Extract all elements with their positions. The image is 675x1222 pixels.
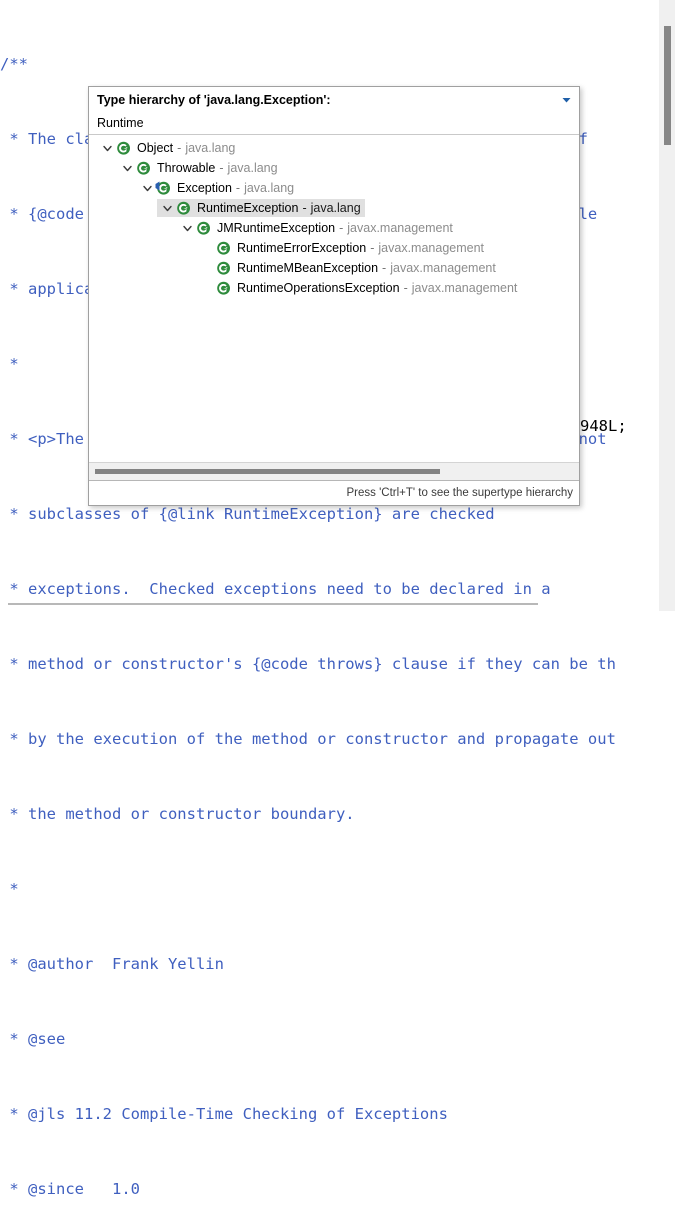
code-line: * by the execution of the method or cons… bbox=[0, 730, 616, 748]
tree-node-name: Exception bbox=[177, 181, 232, 195]
tree-row[interactable]: Exception - java.lang bbox=[89, 178, 298, 198]
tree-row-content[interactable]: RuntimeMBeanException - javax.management bbox=[197, 259, 500, 277]
tree-node-separator: - bbox=[382, 261, 387, 275]
tree-node-package: javax.management bbox=[347, 221, 453, 235]
popup-filter-field[interactable]: Runtime bbox=[89, 112, 579, 135]
code-line: * bbox=[0, 880, 19, 898]
tree-row[interactable]: RuntimeMBeanException - javax.management bbox=[89, 258, 500, 278]
chevron-down-icon[interactable] bbox=[99, 140, 115, 156]
tree-node-name: RuntimeException bbox=[197, 201, 299, 215]
tree-node-separator: - bbox=[302, 201, 307, 215]
tree-row[interactable]: JMRuntimeException - javax.management bbox=[89, 218, 457, 238]
class-icon bbox=[135, 160, 151, 176]
code-line: * @since 1.0 bbox=[0, 1180, 140, 1198]
class-icon bbox=[155, 180, 171, 196]
tree-node-name: Object bbox=[137, 141, 174, 155]
tree-node-package: javax.management bbox=[378, 241, 485, 255]
tree-node-name: JMRuntimeException bbox=[217, 221, 336, 235]
tree-row[interactable]: RuntimeOperationsException - javax.managem… bbox=[89, 278, 521, 298]
editor-scrollbar-thumb[interactable] bbox=[664, 26, 671, 145]
tree-node-package: javax.management bbox=[411, 281, 518, 295]
tree-node-separator: - bbox=[177, 141, 182, 155]
tree-leaf-spacer bbox=[199, 260, 215, 276]
tree-row-content[interactable]: Exception - java.lang bbox=[137, 179, 298, 197]
tree-node-separator: - bbox=[370, 241, 375, 255]
tree-node-package: java.lang bbox=[185, 141, 236, 155]
type-hierarchy-popup[interactable]: Type hierarchy of 'java.lang.Exception':… bbox=[88, 86, 580, 506]
code-line: * method or constructor's {@code throws}… bbox=[0, 655, 616, 673]
class-icon bbox=[215, 280, 231, 296]
tree-node-package: java.lang bbox=[310, 201, 361, 215]
tree-row-content[interactable]: RuntimeOperationsException - javax.managem… bbox=[197, 279, 521, 297]
tree-leaf-spacer bbox=[199, 280, 215, 296]
class-icon bbox=[115, 140, 131, 156]
tree-node-separator: - bbox=[403, 281, 408, 295]
tree-node-name: Throwable bbox=[157, 161, 216, 175]
tree-row-content[interactable]: RuntimeErrorException - javax.management bbox=[197, 239, 488, 257]
tree-row-content[interactable]: Throwable - java.lang bbox=[117, 159, 282, 177]
type-hierarchy-tree[interactable]: Object - java.lang Throwable - java.lang Excep… bbox=[89, 135, 579, 462]
popup-title-bar: Type hierarchy of 'java.lang.Exception': bbox=[89, 87, 579, 112]
tree-row[interactable]: RuntimeException - java.lang bbox=[89, 198, 365, 218]
tree-node-name: RuntimeOperationsException bbox=[237, 281, 400, 295]
tree-node-package: java.lang bbox=[227, 161, 278, 175]
tree-row-content[interactable]: Object - java.lang bbox=[97, 139, 239, 157]
code-fragment-static-value: 948L; bbox=[580, 417, 627, 435]
tree-row-content[interactable]: RuntimeException - java.lang bbox=[157, 199, 365, 217]
tree-node-package: java.lang bbox=[244, 181, 295, 195]
code-line: /** bbox=[0, 55, 28, 73]
tree-row[interactable]: RuntimeErrorException - javax.management bbox=[89, 238, 488, 258]
tree-node-name: RuntimeMBeanException bbox=[237, 261, 379, 275]
class-icon bbox=[215, 260, 231, 276]
chevron-down-icon[interactable] bbox=[139, 180, 155, 196]
tree-node-separator: - bbox=[339, 221, 344, 235]
tree-node-separator: - bbox=[219, 161, 224, 175]
popup-horizontal-scrollbar[interactable] bbox=[89, 462, 579, 480]
tree-row-content[interactable]: JMRuntimeException - javax.management bbox=[177, 219, 457, 237]
popup-filter-value: Runtime bbox=[97, 116, 144, 130]
tree-row[interactable]: Object - java.lang bbox=[89, 138, 239, 158]
tree-leaf-spacer bbox=[199, 240, 215, 256]
tree-node-name: RuntimeErrorException bbox=[237, 241, 367, 255]
popup-footer: Press 'Ctrl+T' to see the supertype hier… bbox=[89, 480, 579, 505]
class-icon bbox=[215, 240, 231, 256]
chevron-down-icon[interactable] bbox=[119, 160, 135, 176]
tree-node-package: javax.management bbox=[390, 261, 496, 275]
popup-hint-text: Press 'Ctrl+T' to see the supertype hier… bbox=[346, 487, 573, 499]
code-line: * @author Frank Yellin bbox=[0, 955, 224, 973]
chevron-down-icon[interactable] bbox=[179, 220, 195, 236]
class-icon bbox=[175, 200, 191, 216]
code-line: * @see bbox=[0, 1030, 66, 1048]
chevron-down-icon[interactable] bbox=[159, 200, 175, 216]
code-line: * the method or constructor boundary. bbox=[0, 805, 355, 823]
tree-row[interactable]: Throwable - java.lang bbox=[89, 158, 282, 178]
editor-vertical-scrollbar[interactable] bbox=[659, 0, 675, 611]
popup-hscrollbar-thumb[interactable] bbox=[95, 469, 440, 474]
code-line: * @jls 11.2 Compile-Time Checking of Exc… bbox=[0, 1105, 448, 1123]
chevron-down-icon[interactable] bbox=[559, 93, 573, 107]
code-line: * exceptions. Checked exceptions need to… bbox=[0, 580, 551, 598]
tree-node-separator: - bbox=[235, 181, 241, 195]
popup-title: Type hierarchy of 'java.lang.Exception': bbox=[97, 92, 331, 107]
class-icon bbox=[195, 220, 211, 236]
editor-bottom-divider bbox=[8, 603, 538, 605]
